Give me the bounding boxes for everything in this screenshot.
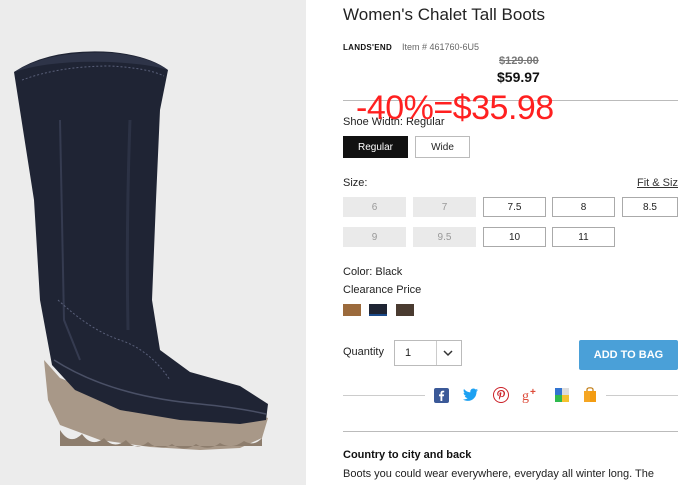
shopping-bag-icon[interactable] — [581, 386, 599, 404]
quantity-label: Quantity — [343, 346, 384, 358]
size-option-6[interactable]: 6 — [343, 197, 406, 217]
width-option-regular[interactable]: Regular — [343, 136, 408, 158]
fit-and-size-link[interactable]: Fit & Size — [637, 177, 678, 189]
color-label: Color: Black — [343, 266, 403, 278]
swatch-brown[interactable] — [343, 304, 361, 316]
size-label: Size: — [343, 177, 368, 189]
boot-image — [14, 51, 268, 450]
quantity-value: 1 — [405, 347, 412, 359]
size-option-9-5[interactable]: 9.5 — [413, 227, 476, 247]
item-number: Item # 461760-6U5 — [402, 42, 480, 52]
size-option-11[interactable]: 11 — [552, 227, 615, 247]
chevron-down-icon — [443, 350, 453, 357]
google-plus-icon[interactable]: g + — [522, 386, 540, 404]
clearance-price-label: Clearance Price — [343, 284, 422, 296]
svg-text:+: + — [530, 387, 536, 398]
description-heading: Country to city and back — [343, 449, 472, 461]
description-divider — [343, 431, 678, 432]
quantity-select[interactable]: 1 — [394, 340, 462, 366]
original-price: $129.00 — [499, 55, 539, 67]
width-option-wide[interactable]: Wide — [415, 136, 470, 158]
delicious-icon[interactable] — [553, 386, 571, 404]
promo-overlay-text: -40%=$35.98 — [356, 89, 554, 127]
size-option-10[interactable]: 10 — [483, 227, 546, 247]
pinterest-icon[interactable] — [492, 386, 510, 404]
brand-logo: LANDS'END — [343, 43, 393, 52]
facebook-icon[interactable] — [432, 386, 450, 404]
description-body: Boots you could wear everywhere, everyda… — [343, 468, 655, 480]
swatch-dark-brown[interactable] — [396, 304, 414, 316]
product-title: Women's Chalet Tall Boots — [343, 5, 545, 24]
product-image[interactable] — [0, 0, 306, 485]
size-option-8-5[interactable]: 8.5 — [622, 197, 678, 217]
twitter-icon[interactable] — [462, 386, 480, 404]
size-option-8[interactable]: 8 — [552, 197, 615, 217]
size-option-7[interactable]: 7 — [413, 197, 476, 217]
share-divider-left — [343, 395, 425, 396]
size-option-7-5[interactable]: 7.5 — [483, 197, 546, 217]
svg-text:g: g — [522, 389, 529, 403]
size-option-9[interactable]: 9 — [343, 227, 406, 247]
sale-price: $59.97 — [497, 69, 540, 85]
quantity-divider — [436, 341, 437, 365]
add-to-bag-button[interactable]: ADD TO BAG — [579, 340, 678, 370]
swatch-black[interactable] — [369, 304, 387, 316]
share-divider-right — [606, 395, 678, 396]
